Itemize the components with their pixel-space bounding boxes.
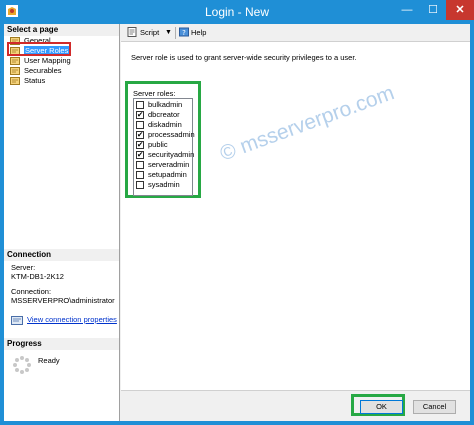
dialog-footer: OK Cancel <box>121 390 470 421</box>
role-label: processadmin <box>148 130 195 139</box>
role-label: sysadmin <box>148 180 180 189</box>
role-checkbox[interactable] <box>136 171 144 179</box>
server-roles-label: Server roles: <box>133 89 176 98</box>
title-bar[interactable]: Login - New — ☐ ✕ <box>0 0 474 24</box>
help-label: Help <box>191 28 207 37</box>
connection-header: Connection <box>4 249 119 261</box>
help-button[interactable]: ? Help <box>179 27 206 39</box>
login-new-window: Login - New — ☐ ✕ Select a page General … <box>0 0 474 425</box>
page-icon <box>10 57 20 65</box>
nav-label: User Mapping <box>24 56 71 65</box>
role-label: setupadmin <box>148 170 187 179</box>
role-item-diskadmin[interactable]: diskadmin <box>136 120 192 130</box>
role-item-bulkadmin[interactable]: bulkadmin <box>136 100 192 110</box>
role-checkbox[interactable] <box>136 110 144 119</box>
connection-properties-icon <box>11 316 23 325</box>
svg-text:?: ? <box>182 29 186 37</box>
role-label: dbcreator <box>148 110 180 119</box>
help-icon: ? <box>179 27 189 37</box>
server-roles-highlight <box>7 42 71 56</box>
role-checkbox[interactable] <box>136 140 144 149</box>
script-icon <box>127 27 137 37</box>
nav-item-status[interactable]: Status <box>6 76 118 86</box>
maximize-button[interactable]: ☐ <box>420 0 446 20</box>
connection-value: MSSERVERPRO\administrator <box>11 296 115 305</box>
connection-label: Connection: <box>11 287 52 296</box>
nav-label: Securables <box>24 66 62 75</box>
role-checkbox[interactable] <box>136 101 144 109</box>
watermark: © msserverpro.com <box>217 81 398 166</box>
role-label: diskadmin <box>148 120 182 129</box>
progress-spinner-icon <box>13 356 31 374</box>
ok-button[interactable]: OK <box>360 400 403 414</box>
dialog-client-area: Select a page General Server Roles User … <box>4 24 470 421</box>
server-roles-list: bulkadmin dbcreator diskadmin processadm… <box>133 98 195 196</box>
cancel-button[interactable]: Cancel <box>413 400 456 414</box>
script-button[interactable]: Script <box>127 27 159 39</box>
page-description: Server role is used to grant server-wide… <box>131 53 357 62</box>
nav-item-securables[interactable]: Securables <box>6 66 118 76</box>
role-label: public <box>148 140 168 149</box>
role-checkbox[interactable] <box>136 181 144 189</box>
role-item-public[interactable]: public <box>136 140 192 150</box>
role-checkbox[interactable] <box>136 130 144 139</box>
progress-status: Ready <box>38 356 60 365</box>
nav-item-user-mapping[interactable]: User Mapping <box>6 56 118 66</box>
progress-header: Progress <box>4 338 119 350</box>
nav-label: Status <box>24 76 46 85</box>
connection-info: Server: KTM-DB1-2K12 Connection: MSSERVE… <box>11 263 115 305</box>
role-checkbox[interactable] <box>136 161 144 169</box>
role-checkbox[interactable] <box>136 121 144 129</box>
role-checkbox[interactable] <box>136 150 144 159</box>
server-value: KTM-DB1-2K12 <box>11 272 64 281</box>
page-icon <box>10 77 20 85</box>
minimize-button[interactable]: — <box>394 0 420 20</box>
view-connection-properties-link[interactable]: View connection properties <box>11 315 117 325</box>
select-page-header: Select a page <box>4 24 119 36</box>
role-item-securityadmin[interactable]: securityadmin <box>136 150 195 160</box>
role-label: bulkadmin <box>148 100 183 109</box>
role-item-setupadmin[interactable]: setupadmin <box>136 170 192 180</box>
role-label: securityadmin <box>148 150 195 159</box>
role-label: serveradmin <box>148 160 190 169</box>
close-button[interactable]: ✕ <box>446 0 474 20</box>
role-item-dbcreator[interactable]: dbcreator <box>136 110 192 120</box>
server-label: Server: <box>11 263 36 272</box>
script-dropdown-icon[interactable]: ▼ <box>165 27 172 39</box>
left-pane: Select a page General Server Roles User … <box>4 24 120 421</box>
page-icon <box>10 67 20 75</box>
role-item-serveradmin[interactable]: serveradmin <box>136 160 192 170</box>
server-roles-page: Server role is used to grant server-wide… <box>121 42 470 390</box>
role-item-processadmin[interactable]: processadmin <box>136 130 195 140</box>
toolbar: Script ▼ ? Help <box>121 24 470 42</box>
role-item-sysadmin[interactable]: sysadmin <box>136 180 192 190</box>
view-connection-properties-text[interactable]: View connection properties <box>27 315 117 325</box>
toolbar-separator <box>175 27 176 39</box>
script-label: Script <box>140 28 160 37</box>
